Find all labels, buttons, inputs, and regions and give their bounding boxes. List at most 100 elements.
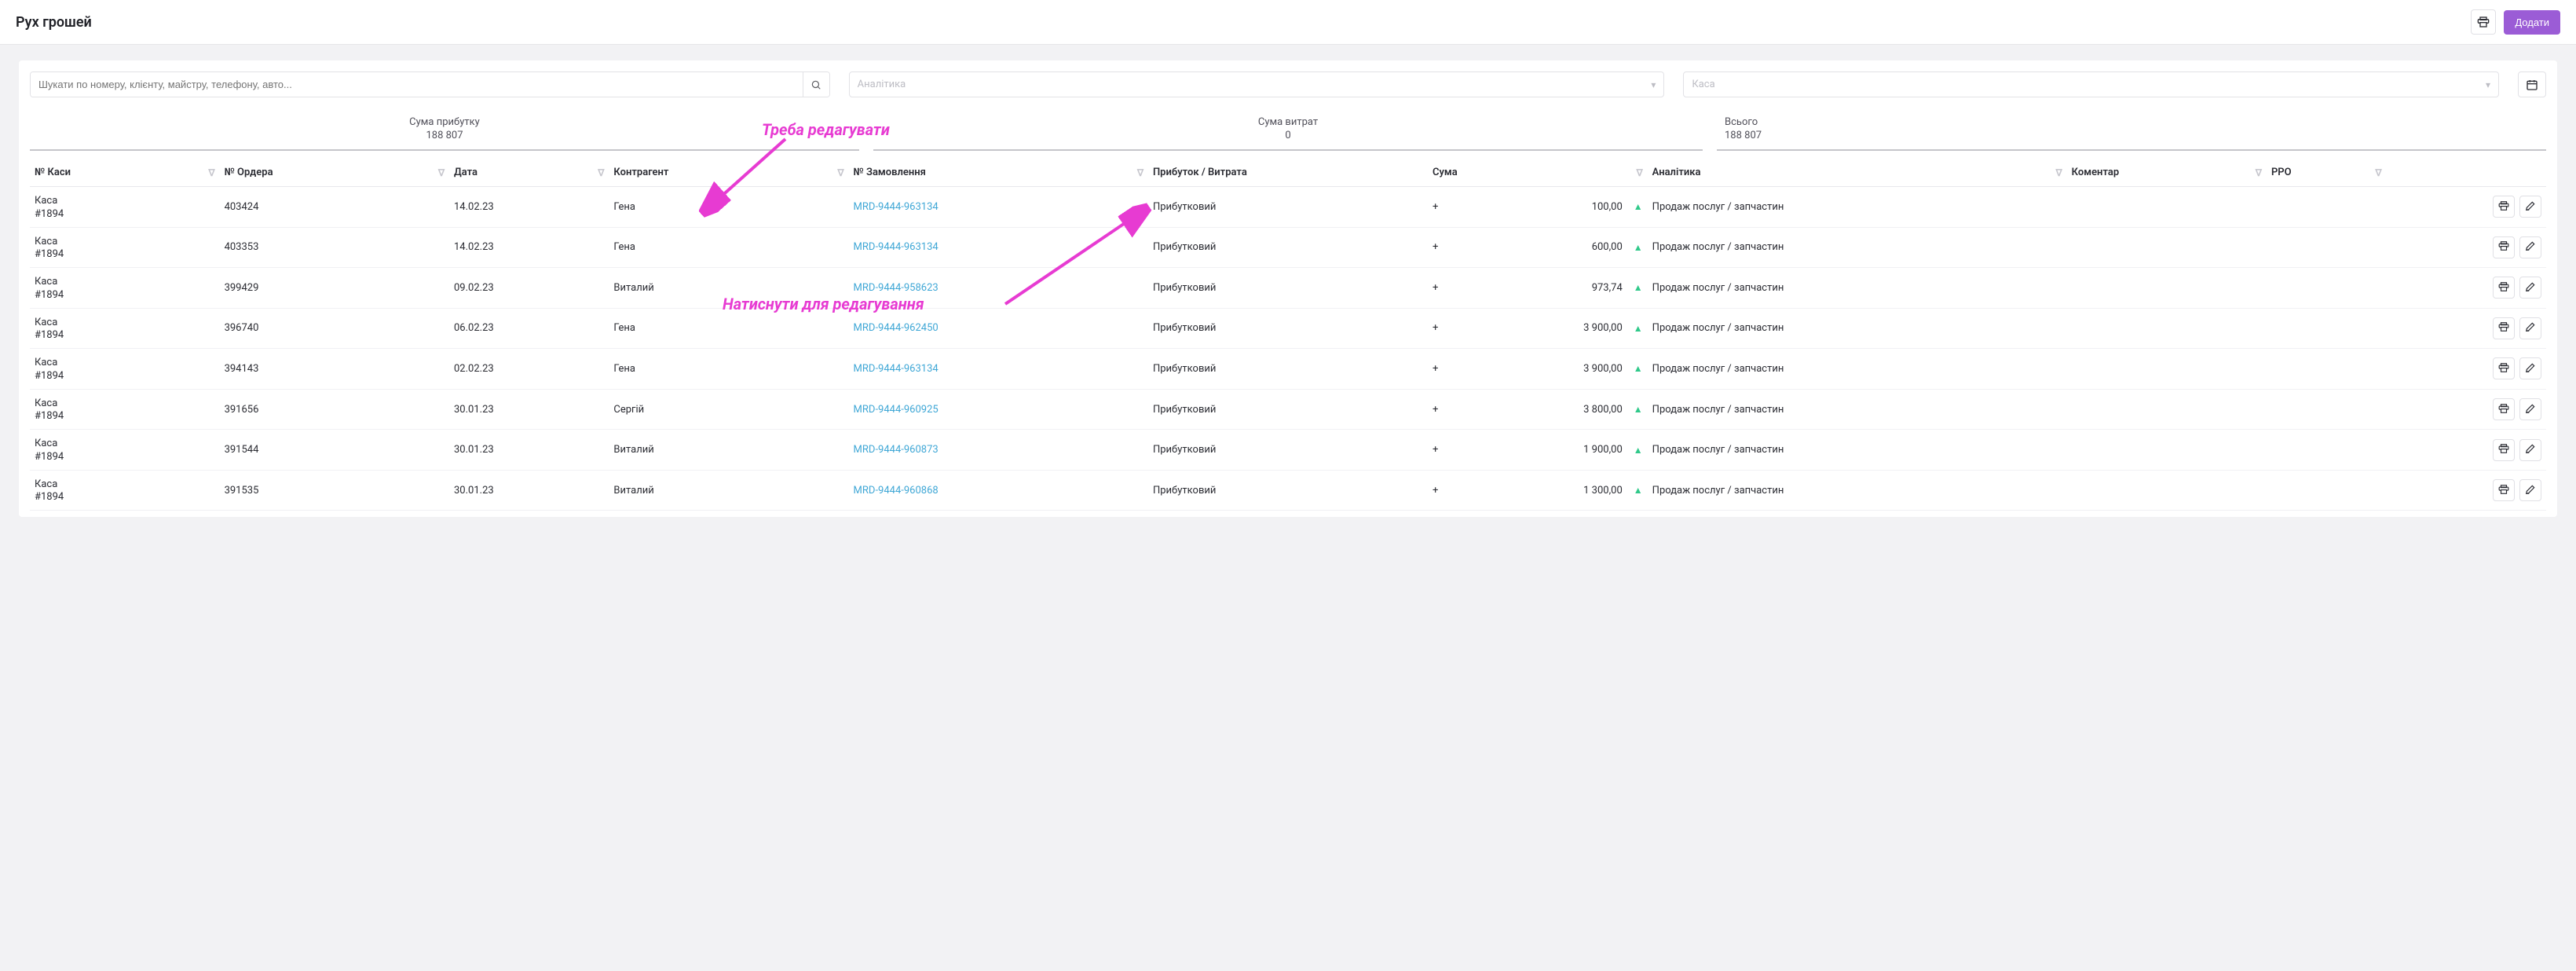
filter-icon[interactable]: ∇ — [2056, 167, 2062, 178]
row-edit-button[interactable] — [2519, 479, 2541, 501]
rro — [2267, 187, 2387, 228]
row-print-button[interactable] — [2493, 439, 2515, 461]
row-print-button[interactable] — [2493, 479, 2515, 501]
cashbox-id: #1894 — [35, 289, 215, 301]
date-range-button[interactable] — [2518, 71, 2546, 97]
order-date: 30.01.23 — [449, 430, 609, 471]
request-link[interactable]: MRD-9444-958623 — [854, 282, 939, 294]
filter-icon[interactable]: ∇ — [1637, 167, 1643, 178]
table-row: Каса#189439674006.02.23ГенаMRD-9444-9624… — [30, 308, 2546, 349]
kind: Прибутковий — [1148, 430, 1428, 471]
col-comment-label: Коментар — [2072, 167, 2120, 178]
row-edit-button[interactable] — [2519, 317, 2541, 339]
order-number: 391656 — [220, 389, 449, 430]
filter-icon[interactable]: ∇ — [838, 167, 844, 178]
analytics-select[interactable]: Аналітика ▾ — [849, 71, 1665, 97]
row-edit-button[interactable] — [2519, 398, 2541, 420]
sum-value: 3 900,00 — [1444, 363, 1622, 375]
row-edit-button[interactable] — [2519, 277, 2541, 299]
summary-income: Сума прибутку 188 807 — [30, 112, 859, 151]
filter-icon[interactable]: ∇ — [598, 167, 604, 178]
add-button[interactable]: Додати — [2504, 10, 2560, 35]
cashbox-name: Каса — [35, 316, 215, 330]
col-date-label: Дата — [454, 167, 478, 178]
sum-sign: + — [1433, 404, 1438, 416]
table-row: Каса#189439165630.01.23СергійMRD-9444-96… — [30, 389, 2546, 430]
sum-sign: + — [1433, 363, 1438, 375]
request-link[interactable]: MRD-9444-963134 — [854, 241, 939, 253]
row-print-button[interactable] — [2493, 277, 2515, 299]
filter-icon[interactable]: ∇ — [209, 167, 215, 178]
row-edit-button[interactable] — [2519, 236, 2541, 258]
filter-icon[interactable]: ∇ — [2256, 167, 2262, 178]
edit-icon — [2525, 443, 2536, 456]
analytics: Продаж послуг / запчастин — [1648, 430, 2067, 471]
summary-total-title: Всього — [1725, 116, 2543, 128]
row-edit-button[interactable] — [2519, 439, 2541, 461]
rro — [2267, 430, 2387, 471]
analytics: Продаж послуг / запчастин — [1648, 187, 2067, 228]
chevron-down-icon: ▾ — [1651, 79, 1656, 90]
counterparty: Гена — [609, 308, 848, 349]
order-number: 399429 — [220, 268, 449, 309]
cashbox-id: #1894 — [35, 208, 215, 220]
counterparty: Сергій — [609, 389, 848, 430]
caret-up-icon: ▲ — [1634, 445, 1643, 456]
request-link[interactable]: MRD-9444-963134 — [854, 363, 939, 375]
counterparty: Виталий — [609, 470, 848, 511]
row-edit-button[interactable] — [2519, 357, 2541, 379]
rro — [2267, 268, 2387, 309]
request-link[interactable]: MRD-9444-960868 — [854, 485, 939, 496]
order-number: 394143 — [220, 349, 449, 390]
printer-icon — [2498, 362, 2509, 376]
filter-icon[interactable]: ∇ — [1137, 167, 1143, 178]
cashbox-id: #1894 — [35, 329, 215, 341]
col-order-label: № Ордера — [225, 167, 273, 178]
table-row: Каса#189440335314.02.23ГенаMRD-9444-9631… — [30, 227, 2546, 268]
table-row: Каса#189440342414.02.23ГенаMRD-9444-9631… — [30, 187, 2546, 228]
kind: Прибутковий — [1148, 349, 1428, 390]
row-print-button[interactable] — [2493, 317, 2515, 339]
search-input[interactable] — [31, 72, 803, 97]
request-link[interactable]: MRD-9444-962450 — [854, 322, 939, 334]
print-button[interactable] — [2471, 9, 2496, 35]
comment — [2067, 430, 2267, 471]
filter-icon[interactable]: ∇ — [438, 167, 445, 178]
header-actions: Додати — [2471, 9, 2560, 35]
analytics: Продаж послуг / запчастин — [1648, 349, 2067, 390]
summary-income-value: 188 807 — [33, 130, 856, 141]
order-date: 30.01.23 — [449, 389, 609, 430]
rro — [2267, 308, 2387, 349]
analytics: Продаж послуг / запчастин — [1648, 227, 2067, 268]
kind: Прибутковий — [1148, 470, 1428, 511]
order-number: 396740 — [220, 308, 449, 349]
col-agent-label: Контрагент — [613, 167, 668, 178]
summary-outcome-title: Сума витрат — [876, 116, 1700, 128]
row-print-button[interactable] — [2493, 196, 2515, 218]
printer-icon — [2498, 200, 2509, 214]
cashbox-select[interactable]: Каса ▾ — [1683, 71, 2499, 97]
row-edit-button[interactable] — [2519, 196, 2541, 218]
counterparty: Виталий — [609, 268, 848, 309]
sum-value: 1 900,00 — [1444, 444, 1622, 456]
table-row: Каса#189439154430.01.23ВиталийMRD-9444-9… — [30, 430, 2546, 471]
summary-outcome: Сума витрат 0 — [873, 112, 1703, 151]
request-link[interactable]: MRD-9444-960925 — [854, 404, 939, 416]
row-print-button[interactable] — [2493, 398, 2515, 420]
order-number: 403424 — [220, 187, 449, 228]
filter-icon[interactable]: ∇ — [2375, 167, 2381, 178]
edit-icon — [2525, 200, 2536, 214]
request-link[interactable]: MRD-9444-963134 — [854, 201, 939, 213]
summary-income-title: Сума прибутку — [33, 116, 856, 128]
table-row: Каса#189439414302.02.23ГенаMRD-9444-9631… — [30, 349, 2546, 390]
edit-icon — [2525, 240, 2536, 254]
edit-icon — [2525, 281, 2536, 295]
col-cash-label: № Каси — [35, 167, 71, 178]
sum-sign: + — [1433, 201, 1438, 213]
request-link[interactable]: MRD-9444-960873 — [854, 444, 939, 456]
row-print-button[interactable] — [2493, 357, 2515, 379]
cashbox-id: #1894 — [35, 451, 215, 463]
comment — [2067, 470, 2267, 511]
row-print-button[interactable] — [2493, 236, 2515, 258]
search-button[interactable] — [803, 72, 829, 97]
